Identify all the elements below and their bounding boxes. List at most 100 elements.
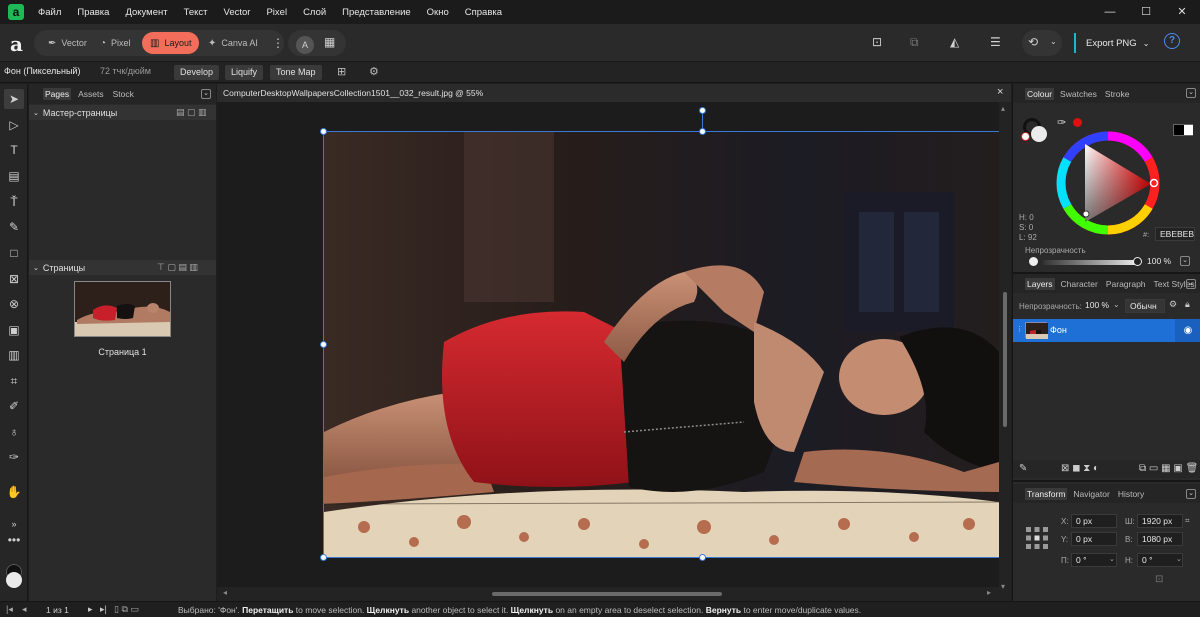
pen-tool-icon[interactable]: ✎ [4, 217, 24, 237]
text-frame-tool-icon[interactable]: T [4, 140, 24, 160]
menu-pixel[interactable]: Pixel [258, 7, 295, 18]
tab-paragraph[interactable]: Paragraph [1104, 278, 1148, 290]
tab-assets[interactable]: Assets [76, 88, 106, 100]
document-tool-icon[interactable]: ▥ [4, 345, 24, 365]
anchor-point-selector[interactable] [1025, 526, 1049, 550]
menu-view[interactable]: Представление [334, 7, 419, 18]
layer-row[interactable]: ⋮⋮ Фон ◉ [1013, 319, 1200, 342]
first-page-icon[interactable]: |◂ [6, 604, 13, 615]
tab-swatches[interactable]: Swatches [1058, 88, 1099, 100]
scroll-down-icon[interactable]: ▾ [1001, 582, 1005, 591]
persona-canva-ai[interactable]: ✦ Canva AI [200, 32, 266, 54]
resize-handle-bottom-left[interactable] [320, 554, 327, 561]
page-view-icons[interactable]: ▯ ⧉ ▭ [114, 604, 139, 615]
menu-layer[interactable]: Слой [295, 7, 334, 18]
scroll-right-icon[interactable]: ▸ [987, 588, 991, 597]
flip-icon[interactable]: ◭ [950, 35, 959, 49]
snapping-magnet-icon[interactable]: ⟲ [1028, 35, 1038, 49]
prev-page-icon[interactable]: ◂ [22, 604, 27, 615]
panel-menu-chevron-icon[interactable]: ⌄ [201, 89, 211, 99]
develop-button[interactable]: Develop [174, 65, 220, 80]
transform-panel-menu-icon[interactable]: ⌄ [1186, 489, 1196, 499]
persona-pixel[interactable]: ◔ Pixel [92, 32, 139, 54]
menu-edit[interactable]: Правка [69, 7, 117, 18]
opacity-slider[interactable] [1043, 260, 1139, 265]
eye-icon[interactable]: ◉ [1175, 319, 1200, 342]
layers-panel-menu-icon[interactable]: ⌄ [1186, 279, 1196, 289]
tab-history[interactable]: History [1116, 488, 1146, 500]
place-image-tool-icon[interactable]: ▣ [4, 320, 24, 340]
tab-colour[interactable]: Colour [1025, 87, 1055, 100]
tab-stock[interactable]: Stock [111, 88, 136, 100]
align-icon[interactable]: ☰ [990, 35, 1001, 49]
rectangle-tool-icon[interactable]: □ [4, 243, 24, 263]
rotation-handle[interactable] [699, 107, 706, 114]
help-button[interactable]: ? [1164, 33, 1180, 49]
lock-ratio-icon[interactable]: ⌗ [1185, 516, 1190, 526]
scroll-up-icon[interactable]: ▴ [1001, 104, 1005, 113]
menu-help[interactable]: Справка [457, 7, 510, 18]
rotation-chevron-icon[interactable]: ⌄ [1109, 555, 1115, 563]
assistant-icon[interactable]: A [296, 36, 314, 54]
colour-opacity-value[interactable]: 100 % [1147, 256, 1171, 266]
recent-colour-swatch[interactable] [1073, 118, 1082, 127]
layer-opacity-value[interactable]: 100 % [1085, 300, 1109, 310]
tab-navigator[interactable]: Navigator [1071, 488, 1111, 500]
blend-mode-select[interactable]: Обычн ⌄ [1125, 299, 1165, 325]
horizontal-scrollbar[interactable]: ◂ ▸ [217, 587, 999, 601]
width-input[interactable]: 1920 px [1137, 514, 1183, 528]
vertical-scrollbar[interactable]: ▴ ▾ [999, 102, 1011, 601]
more-options-icon[interactable]: ⋮ [272, 36, 284, 50]
menu-window[interactable]: Окно [419, 7, 457, 18]
tab-character[interactable]: Character [1059, 278, 1100, 290]
document-tab[interactable]: ComputerDesktopWallpapersCollection1501_… [217, 84, 1011, 102]
tab-pages[interactable]: Pages [43, 88, 72, 100]
tab-layers[interactable]: Layers [1025, 277, 1055, 290]
layer-settings-gear-icon[interactable]: ⚙ [1169, 299, 1177, 310]
no-colour-icon[interactable] [1021, 132, 1030, 141]
picture-frame-tool-icon[interactable]: ⊠ [4, 269, 24, 289]
hand-tool-icon[interactable]: ✋ [4, 482, 24, 502]
height-input[interactable]: 1080 px [1137, 532, 1183, 546]
close-document-icon[interactable]: × [997, 86, 1003, 98]
opacity-slider-handle[interactable] [1133, 257, 1142, 266]
transform-options-icon[interactable]: ⊡ [1155, 574, 1163, 585]
eyedropper-tool-icon[interactable]: ✑ [4, 447, 24, 467]
menu-text[interactable]: Текст [176, 7, 216, 18]
colour-panel-menu-icon[interactable]: ⌄ [1186, 88, 1196, 98]
horizontal-scroll-thumb[interactable] [492, 592, 722, 596]
menu-file[interactable]: Файл [30, 7, 69, 18]
last-page-icon[interactable]: ▸| [100, 604, 107, 615]
fill-well[interactable] [1031, 126, 1047, 142]
fill-colour-swatch[interactable] [6, 572, 22, 588]
table-tool-icon[interactable]: ▤ [4, 166, 24, 186]
ellipse-frame-tool-icon[interactable]: ⊗ [4, 294, 24, 314]
persona-vector[interactable]: ✒ Vector [40, 32, 95, 54]
layer-name[interactable]: Фон [1050, 325, 1067, 335]
x-input[interactable]: 0 px [1071, 514, 1117, 528]
menu-document[interactable]: Документ [117, 7, 175, 18]
edit-layer-icon[interactable]: ✎ [1019, 463, 1027, 474]
menu-vector[interactable]: Vector [216, 7, 259, 18]
liquify-button[interactable]: Liquify [225, 65, 264, 80]
grid-apps-icon[interactable]: ▦ [324, 35, 335, 49]
pixel-grid-icon[interactable]: ⊞ [337, 65, 346, 78]
black-white-swatch[interactable] [1173, 124, 1193, 136]
persona-layout[interactable]: ▥ Layout [142, 32, 200, 54]
scroll-left-icon[interactable]: ◂ [223, 588, 227, 597]
resize-handle-bottom[interactable] [699, 554, 706, 561]
more-tools-icon[interactable]: ••• [4, 530, 24, 550]
page-actions-icon[interactable]: ⊤ ▢ ▤ ▥ [157, 262, 198, 273]
vertical-scroll-thumb[interactable] [1003, 292, 1007, 427]
layer-opacity-chevron-icon[interactable]: ⌄ [1113, 300, 1120, 309]
minimize-icon[interactable]: — [1092, 0, 1128, 24]
maximize-icon[interactable]: ☐ [1128, 0, 1164, 24]
opacity-dropdown-icon[interactable]: ⌄ [1180, 256, 1190, 266]
tone-map-button[interactable]: Tone Map [270, 65, 322, 80]
fill-tool-icon[interactable]: ♁ [4, 422, 24, 442]
resize-handle-left[interactable] [320, 341, 327, 348]
artistic-text-tool-icon[interactable]: Ť [4, 192, 24, 212]
resize-handle-top-left[interactable] [320, 128, 327, 135]
tab-transform[interactable]: Transform [1025, 487, 1068, 500]
snapping-dropdown-icon[interactable]: ⌄ [1050, 37, 1057, 46]
